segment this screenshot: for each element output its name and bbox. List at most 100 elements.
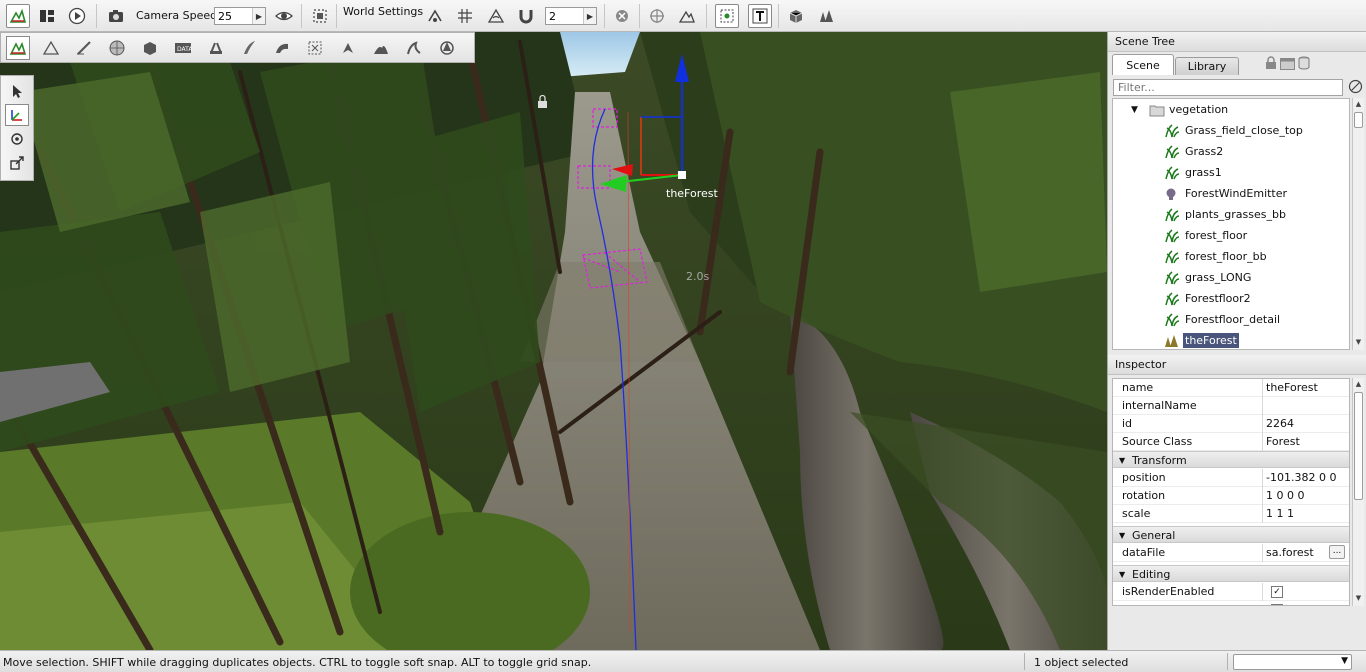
world-settings-label[interactable]: World Settings xyxy=(343,5,423,18)
mesh-road-icon[interactable] xyxy=(435,36,459,60)
status-dropdown[interactable]: ▼ xyxy=(1233,654,1352,670)
camera-speed-stepper[interactable]: ▶ xyxy=(214,7,266,25)
tree-item[interactable]: ForestWindEmitter xyxy=(1113,183,1349,204)
field-value[interactable]: -101.382 0 0 xyxy=(1266,471,1336,484)
rotate-snap-icon[interactable] xyxy=(484,4,508,28)
scale-gizmo-icon[interactable] xyxy=(5,152,29,174)
mesh-icon[interactable] xyxy=(138,36,162,60)
group-transform[interactable]: ▼ Transform xyxy=(1113,451,1349,468)
camera-speed-input[interactable] xyxy=(215,8,253,24)
stepper-arrow-icon[interactable]: ▶ xyxy=(583,8,596,24)
rotate-gizmo-icon[interactable] xyxy=(5,128,29,150)
scroll-thumb[interactable] xyxy=(1354,392,1363,500)
sphere-icon[interactable] xyxy=(105,36,129,60)
bounds-icon[interactable] xyxy=(715,4,739,28)
camera-icon[interactable] xyxy=(104,4,128,28)
scroll-up-icon[interactable]: ▲ xyxy=(1353,380,1364,391)
snap-icon[interactable] xyxy=(423,4,447,28)
object-editor-icon[interactable] xyxy=(6,36,30,60)
terrain-editor-icon[interactable] xyxy=(39,36,63,60)
particle-icon[interactable] xyxy=(336,36,360,60)
tree-item[interactable]: Forestfloor2 xyxy=(1113,288,1349,309)
field-value[interactable]: sa.forest xyxy=(1266,546,1314,559)
inspector-row-position[interactable]: position -101.382 0 0 xyxy=(1113,469,1349,487)
scroll-up-icon[interactable]: ▲ xyxy=(1353,100,1364,111)
magnet-icon[interactable] xyxy=(514,4,538,28)
forest-scene-render[interactable]: theForest 2.0s xyxy=(0,32,1107,650)
scene-filter-input[interactable] xyxy=(1113,79,1343,96)
snap-size-stepper[interactable]: ▶ xyxy=(545,7,597,25)
tree-item[interactable]: plants_grasses_bb xyxy=(1113,204,1349,225)
group-general[interactable]: ▼ General xyxy=(1113,526,1349,543)
field-key: name xyxy=(1122,381,1154,394)
center-icon[interactable] xyxy=(645,4,669,28)
browse-button[interactable]: ... xyxy=(1329,545,1345,559)
inspector-row-id[interactable]: id 2264 xyxy=(1113,415,1349,433)
scene-tree[interactable]: ▼ vegetation Grass_field_close_top Grass… xyxy=(1112,98,1350,350)
move-gizmo-icon[interactable] xyxy=(5,104,29,126)
tree-item[interactable]: Grass_field_close_top xyxy=(1113,120,1349,141)
snap-size-input[interactable] xyxy=(546,8,584,24)
scene-tree-scrollbar[interactable]: ▲ ▼ xyxy=(1352,98,1364,350)
forest-tool-icon[interactable] xyxy=(369,36,393,60)
inspector-row-isrenderenabled[interactable]: isRenderEnabled ✓ xyxy=(1113,583,1349,601)
inspector-row-scale[interactable]: scale 1 1 1 xyxy=(1113,505,1349,523)
play-icon[interactable] xyxy=(65,4,89,28)
inspector-row-datafile[interactable]: dataFile sa.forest ... xyxy=(1113,544,1349,562)
scroll-down-icon[interactable]: ▼ xyxy=(1353,338,1364,349)
tab-scene[interactable]: Scene xyxy=(1112,54,1174,75)
clear-filter-icon[interactable] xyxy=(1348,79,1363,97)
tab-library[interactable]: Library xyxy=(1175,57,1239,75)
chevron-down-icon[interactable]: ▼ xyxy=(1341,656,1348,666)
stepper-arrow-icon[interactable]: ▶ xyxy=(252,8,265,24)
select-icon[interactable] xyxy=(610,4,634,28)
database-icon[interactable] xyxy=(1298,56,1310,73)
eye-icon[interactable] xyxy=(272,4,296,28)
grid-icon[interactable] xyxy=(453,4,477,28)
decal-icon[interactable] xyxy=(270,36,294,60)
tree-item[interactable]: forest_floor xyxy=(1113,225,1349,246)
world-editor-icon[interactable] xyxy=(6,4,30,28)
navmesh-icon[interactable] xyxy=(303,36,327,60)
terrain-icon[interactable] xyxy=(675,4,699,28)
scroll-thumb[interactable] xyxy=(1354,112,1363,128)
layout-icon[interactable] xyxy=(35,4,59,28)
tree-item[interactable]: grass1 xyxy=(1113,162,1349,183)
inspector-scrollbar[interactable]: ▲ ▼ xyxy=(1352,378,1364,606)
field-value[interactable]: 1 1 1 xyxy=(1266,507,1294,520)
field-value[interactable]: theForest xyxy=(1266,381,1318,394)
text-icon[interactable] xyxy=(748,4,772,28)
tree-item-selected[interactable]: theForest xyxy=(1113,330,1349,349)
scroll-down-icon[interactable]: ▼ xyxy=(1353,594,1364,605)
checkbox-icon[interactable] xyxy=(1271,604,1283,605)
arrow-select-icon[interactable] xyxy=(5,80,29,102)
scene-viewport[interactable]: theForest 2.0s xyxy=(0,32,1107,650)
field-value[interactable]: 1 0 0 0 xyxy=(1266,489,1304,502)
collapse-arrow-icon[interactable]: ▼ xyxy=(1119,531,1125,540)
fit-view-icon[interactable] xyxy=(308,4,332,28)
lock-icon[interactable] xyxy=(1265,56,1277,73)
checkbox-checked-icon[interactable]: ✓ xyxy=(1271,586,1283,598)
road-icon[interactable] xyxy=(204,36,228,60)
inspector-grid[interactable]: name theForest internalName id 2264 Sour… xyxy=(1112,378,1350,606)
inspector-row-internalname[interactable]: internalName xyxy=(1113,397,1349,415)
material-icon[interactable] xyxy=(784,4,808,28)
inspector-row-rotation[interactable]: rotation 1 0 0 0 xyxy=(1113,487,1349,505)
inspector-row-sourceclass[interactable]: Source Class Forest xyxy=(1113,433,1349,451)
river-icon[interactable] xyxy=(237,36,261,60)
forest-icon[interactable] xyxy=(815,4,839,28)
collapse-arrow-icon[interactable]: ▼ xyxy=(1119,456,1125,465)
data-icon[interactable]: DATA xyxy=(171,36,195,60)
tree-item[interactable]: Forestfloor_detail xyxy=(1113,309,1349,330)
inspector-row-name[interactable]: name theForest xyxy=(1113,379,1349,397)
tree-item[interactable]: grass_LONG xyxy=(1113,267,1349,288)
collapse-arrow-icon[interactable]: ▼ xyxy=(1119,570,1125,579)
expand-arrow-icon[interactable]: ▼ xyxy=(1131,105,1149,115)
tree-item[interactable]: Grass2 xyxy=(1113,141,1349,162)
tree-item[interactable]: forest_floor_bb xyxy=(1113,246,1349,267)
tree-item-vegetation[interactable]: ▼ vegetation xyxy=(1113,99,1349,120)
group-editing[interactable]: ▼ Editing xyxy=(1113,565,1349,582)
window-icon[interactable] xyxy=(1280,58,1295,73)
wind-icon[interactable] xyxy=(402,36,426,60)
terrain-painter-icon[interactable] xyxy=(72,36,96,60)
